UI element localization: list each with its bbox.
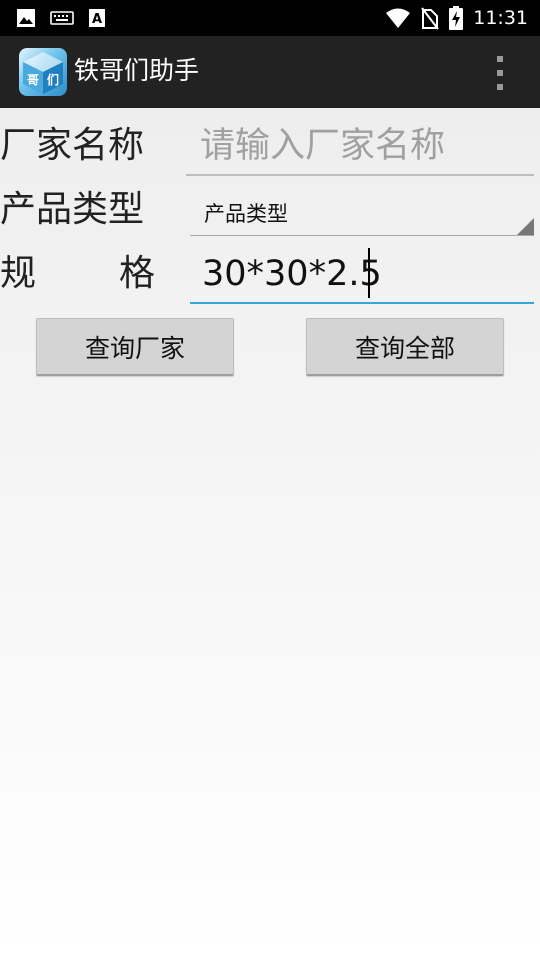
svg-text:哥: 哥 (27, 73, 39, 87)
text-a-icon: A (89, 9, 105, 27)
status-time: 11:31 (473, 7, 528, 29)
status-bar: A 11:31 (0, 0, 540, 36)
text-cursor (368, 248, 370, 298)
manufacturer-input-underline (186, 174, 534, 176)
image-icon (17, 9, 35, 27)
spinner-dropdown-icon[interactable] (517, 218, 534, 235)
product-type-spinner[interactable]: 产品类型 (204, 200, 288, 228)
status-notification-icons: A (16, 8, 106, 28)
manufacturer-label: 厂家名称 (0, 125, 145, 166)
product-type-label: 产品类型 (0, 189, 145, 230)
keyboard-icon (50, 11, 74, 25)
spec-label-char2: 格 (119, 253, 156, 294)
wifi-icon (386, 8, 411, 28)
battery-charging-icon (449, 6, 464, 30)
query-all-button[interactable]: 查询全部 (306, 318, 504, 376)
spec-input[interactable]: 30*30*2.5 (202, 252, 382, 296)
status-system-icons: 11:31 (385, 6, 528, 30)
overflow-menu-icon[interactable] (490, 56, 510, 90)
product-type-underline (190, 235, 534, 236)
svg-text:们: 们 (47, 72, 59, 87)
action-bar: 哥 们 铁哥们助手 (0, 36, 540, 108)
app-icon: 哥 们 (19, 48, 67, 96)
spec-label-char1: 规 (0, 253, 37, 294)
svg-text:A: A (92, 12, 102, 27)
app-title: 铁哥们助手 (74, 56, 200, 85)
query-manufacturer-button[interactable]: 查询厂家 (36, 318, 234, 376)
no-sim-icon (421, 7, 440, 30)
manufacturer-input[interactable]: 请输入厂家名称 (200, 124, 445, 168)
spec-input-underline-focused (190, 302, 534, 304)
